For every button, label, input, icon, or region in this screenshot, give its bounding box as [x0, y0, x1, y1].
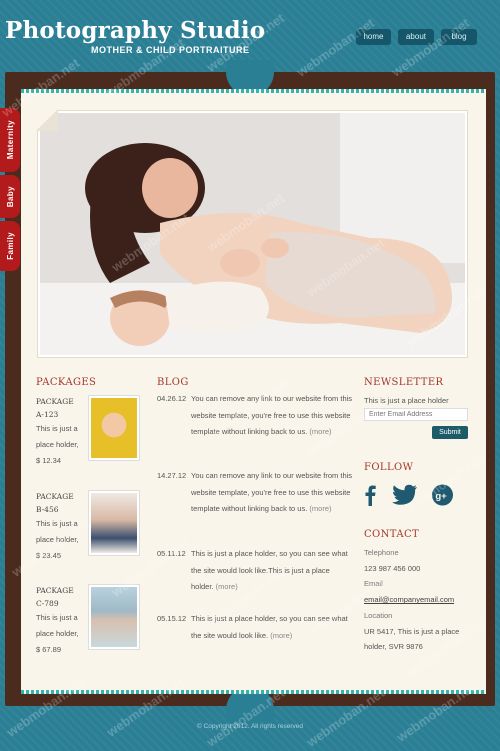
blog-post-text: This is just a place holder, so you can …: [191, 549, 348, 591]
package-item: PACKAGE A-123 This is just a place holde…: [36, 395, 146, 469]
package-thumbnail[interactable]: [88, 490, 140, 556]
hero-photo: [40, 113, 465, 355]
nav-home-button[interactable]: home: [356, 29, 391, 45]
package-thumbnail[interactable]: [88, 395, 140, 461]
package-description: This is just a place holder,: [36, 519, 79, 544]
package-name[interactable]: PACKAGE C-789: [36, 584, 82, 610]
site-subtitle: MOTHER & CHILD PORTRAITURE: [91, 45, 250, 55]
site-title[interactable]: Photography Studio: [5, 17, 265, 44]
svg-text:g+: g+: [435, 491, 447, 502]
zigzag-bottom-border: [21, 690, 486, 694]
blog-post-date: 05.15.12: [157, 614, 187, 623]
side-tab-maternity[interactable]: Maternity: [0, 108, 20, 172]
blog-post: 05.15.12 This is just a place holder, so…: [157, 611, 353, 644]
contact-email-link[interactable]: email@companyemail.com: [364, 592, 474, 608]
packages-heading: PACKAGES: [36, 377, 97, 388]
contact-location-label: Location: [364, 610, 393, 620]
hero-corner-fold: [36, 109, 58, 131]
blog-more-link[interactable]: (more): [309, 504, 331, 513]
contact-block: Telephone 123 987 456 000 Email email@co…: [364, 545, 474, 655]
contact-email-label: Email: [364, 579, 383, 589]
package-name[interactable]: PACKAGE B-456: [36, 490, 82, 516]
newsletter-email-input[interactable]: [364, 408, 468, 421]
google-plus-icon[interactable]: g+: [431, 484, 454, 506]
follow-heading: FOLLOW: [364, 462, 414, 473]
facebook-icon[interactable]: [364, 484, 376, 506]
blog-post: 05.11.12 This is just a place holder, so…: [157, 546, 353, 596]
main-nav: home about blog: [356, 29, 477, 45]
side-tab-family[interactable]: Family: [0, 221, 20, 271]
blog-post-date: 04.26.12: [157, 394, 187, 403]
package-description: This is just a place holder,: [36, 424, 79, 449]
package-price: $ 67.89: [36, 645, 62, 654]
package-name[interactable]: PACKAGE A-123: [36, 395, 82, 421]
blog-heading: BLOG: [157, 377, 189, 388]
side-tab-baby[interactable]: Baby: [0, 175, 20, 218]
newsletter-heading: NEWSLETTER: [364, 377, 444, 388]
side-tab-baby-label: Baby: [5, 185, 15, 208]
nav-about-button[interactable]: about: [398, 29, 434, 45]
blog-post-date: 05.11.12: [157, 549, 186, 558]
footer-copyright: © Copyright 2012. All rights reserved: [197, 723, 303, 730]
twitter-icon[interactable]: [391, 484, 418, 506]
nav-blog-button[interactable]: blog: [441, 29, 477, 45]
side-tab-maternity-label: Maternity: [5, 120, 15, 160]
zigzag-top-border: [21, 89, 486, 93]
package-thumbnail[interactable]: [88, 584, 140, 650]
blog-post-date: 14.27.12: [157, 471, 187, 480]
package-description: This is just a place holder,: [36, 613, 79, 638]
contact-location: UR 5417, This is just a place holder, SV…: [364, 626, 460, 652]
newsletter-submit-button[interactable]: Submit: [432, 426, 468, 439]
contact-phone-label: Telephone: [364, 548, 399, 557]
contact-phone: 123 987 456 000: [364, 563, 421, 573]
hero-photo-frame: [37, 110, 468, 358]
side-tab-family-label: Family: [5, 232, 15, 260]
blog-more-link[interactable]: (more): [270, 631, 292, 640]
blog-more-link[interactable]: (more): [216, 582, 238, 591]
package-price: $ 23.45: [36, 551, 62, 560]
blog-post: 04.26.12 You can remove any link to our …: [157, 391, 353, 441]
package-item: PACKAGE B-456 This is just a place holde…: [36, 490, 146, 564]
package-item: PACKAGE C-789 This is just a place holde…: [36, 584, 146, 658]
contact-heading: CONTACT: [364, 529, 420, 540]
blog-post: 14.27.12 You can remove any link to our …: [157, 468, 353, 518]
blog-more-link[interactable]: (more): [309, 427, 331, 436]
package-price: $ 12.34: [36, 456, 62, 465]
newsletter-text: This is just a place holder: [364, 396, 449, 405]
